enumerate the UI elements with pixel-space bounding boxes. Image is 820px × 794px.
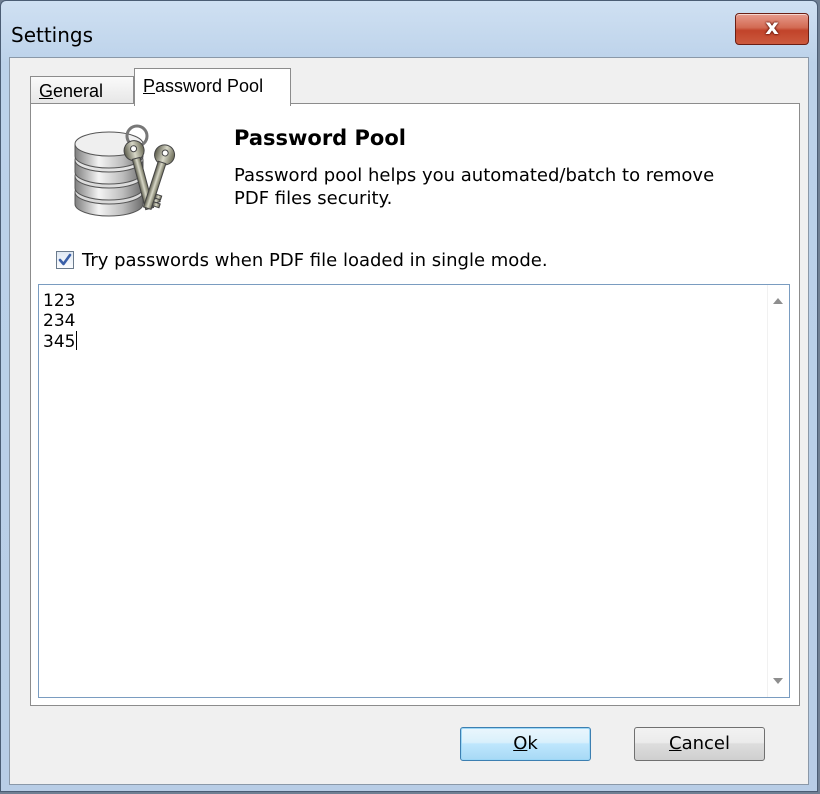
title-bar[interactable]: Settings x bbox=[1, 1, 817, 57]
password-list-textarea[interactable]: 123 234 345 bbox=[38, 284, 790, 698]
checkmark-icon bbox=[58, 253, 72, 266]
text-caret bbox=[76, 331, 78, 350]
tab-general[interactable]: General bbox=[30, 76, 134, 104]
dialog-button-bar: Ok Cancel bbox=[10, 706, 808, 782]
ok-label: k bbox=[527, 733, 538, 754]
cancel-label: ancel bbox=[681, 733, 730, 754]
tab-general-mnemonic: G bbox=[39, 81, 54, 101]
password-pool-panel: Password Pool Password pool helps you au… bbox=[30, 103, 800, 706]
ok-button[interactable]: Ok bbox=[460, 727, 591, 761]
tab-password-pool[interactable]: Password Pool bbox=[134, 68, 291, 106]
try-passwords-checkbox[interactable] bbox=[56, 251, 74, 269]
tab-general-label: eneral bbox=[53, 81, 104, 101]
tab-password-pool-label: assword Pool bbox=[155, 76, 264, 96]
scroll-up-arrow-icon[interactable] bbox=[773, 298, 783, 304]
password-lines[interactable]: 123 234 345 bbox=[43, 291, 78, 352]
panel-description: Password pool helps you automated/batch … bbox=[234, 165, 715, 209]
scroll-down-arrow-icon[interactable] bbox=[773, 678, 783, 684]
close-button[interactable]: x bbox=[735, 13, 809, 45]
textarea-scrollbar[interactable] bbox=[767, 285, 789, 697]
window-title: Settings bbox=[11, 23, 94, 47]
password-line: 345 bbox=[43, 331, 78, 352]
database-keys-icon bbox=[74, 124, 176, 217]
panel-heading: Password Pool bbox=[234, 126, 406, 150]
try-passwords-label[interactable]: Try passwords when PDF file loaded in si… bbox=[82, 249, 548, 272]
password-line-text: 345 bbox=[43, 332, 76, 352]
cancel-mnemonic: C bbox=[669, 733, 682, 754]
tab-password-pool-mnemonic: P bbox=[143, 76, 156, 96]
cancel-button[interactable]: Cancel bbox=[634, 727, 765, 761]
password-line: 234 bbox=[43, 311, 76, 331]
dialog-body: General Password Pool Password Pool Pass… bbox=[9, 57, 809, 785]
settings-dialog: Settings x General Password Pool Passwor… bbox=[0, 0, 818, 792]
close-icon: x bbox=[765, 15, 779, 39]
password-line: 123 bbox=[43, 291, 76, 311]
ok-mnemonic: O bbox=[513, 733, 528, 754]
